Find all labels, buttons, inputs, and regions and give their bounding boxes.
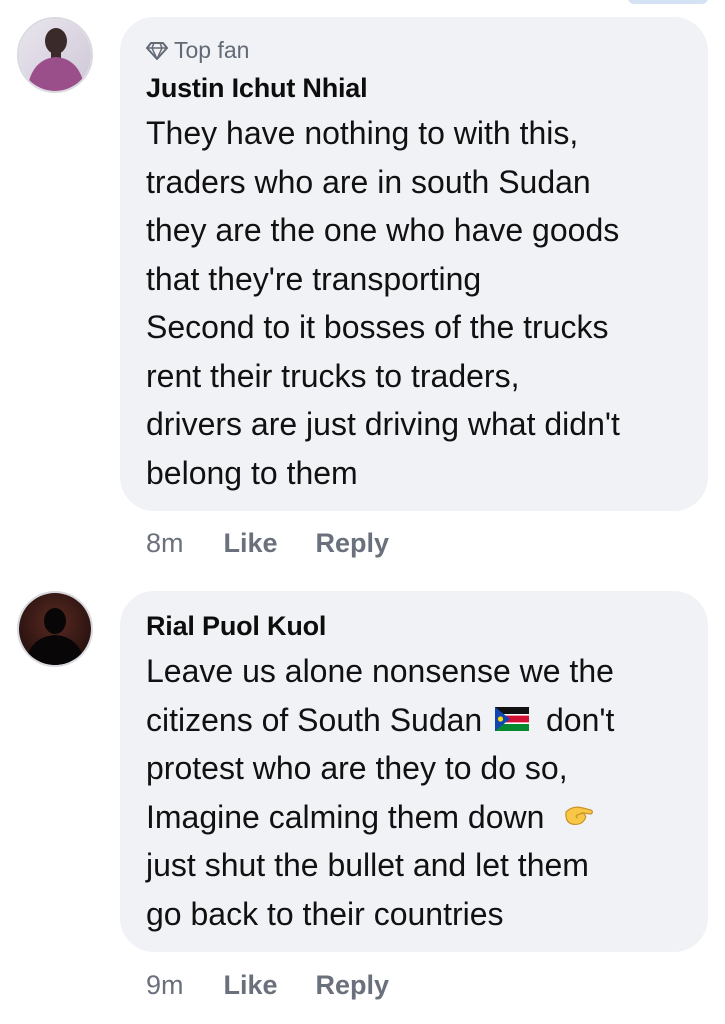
like-button[interactable]: Like <box>224 970 278 1001</box>
comment-text: Leave us alone nonsense we the citizens … <box>146 647 706 938</box>
avatar[interactable] <box>17 591 93 667</box>
comment-bubble: Top fan Justin Ichut Nhial They have not… <box>120 17 708 511</box>
comment-timestamp[interactable]: 8m <box>146 528 184 559</box>
comment-line: protest who are they to do so, <box>146 750 568 786</box>
comments-thread: Top fan Justin Ichut Nhial They have not… <box>0 0 725 1024</box>
comment-line: they are the one who have goods <box>146 212 620 248</box>
comment-line: go back to their countries <box>146 895 504 932</box>
badge-label: Top fan <box>174 37 250 63</box>
comment-line: drivers are just driving what didn't <box>146 406 620 442</box>
comment-line: just shut the bullet and let them <box>146 847 589 883</box>
comment-actions: 8m Like Reply <box>146 528 427 559</box>
comment-line: Imagine calming them down <box>146 793 706 842</box>
avatar-photo <box>19 593 91 665</box>
comment-line: Second to it bosses of the trucks <box>146 309 609 345</box>
comment-line-text: citizens of South Sudan <box>146 701 483 738</box>
diamond-icon <box>146 41 168 60</box>
comment-line-text: don't <box>546 701 615 738</box>
comment-line: Leave us alone nonsense we the <box>146 653 614 689</box>
comment-timestamp[interactable]: 9m <box>146 970 184 1001</box>
comment-line: traders who are in south Sudan <box>146 163 591 200</box>
avatar-photo <box>19 19 91 91</box>
comment-line: rent their trucks to traders, <box>146 357 520 394</box>
comment-line: that they're transporting <box>146 260 482 297</box>
comment-line: citizens of South Sudan don't <box>146 696 706 745</box>
top-fan-badge: Top fan <box>146 37 249 64</box>
pinching-hand-emoji-icon <box>565 806 594 826</box>
comment-text: They have nothing to with this, traders … <box>146 109 706 497</box>
south-sudan-flag-icon <box>495 707 530 732</box>
avatar[interactable] <box>17 17 93 93</box>
comment-line-text: Imagine calming them down <box>146 798 545 835</box>
previous-element-edge <box>628 0 708 4</box>
comment-author[interactable]: Justin Ichut Nhial <box>146 73 368 104</box>
like-button[interactable]: Like <box>224 528 278 559</box>
comment-author[interactable]: Rial Puol Kuol <box>146 611 326 642</box>
comment-bubble: Rial Puol Kuol Leave us alone nonsense w… <box>120 591 708 952</box>
comment-line: They have nothing to with this, <box>146 115 579 151</box>
reply-button[interactable]: Reply <box>316 970 390 1001</box>
reply-button[interactable]: Reply <box>316 528 390 559</box>
comment-actions: 9m Like Reply <box>146 970 427 1001</box>
comment-line: belong to them <box>146 454 358 491</box>
